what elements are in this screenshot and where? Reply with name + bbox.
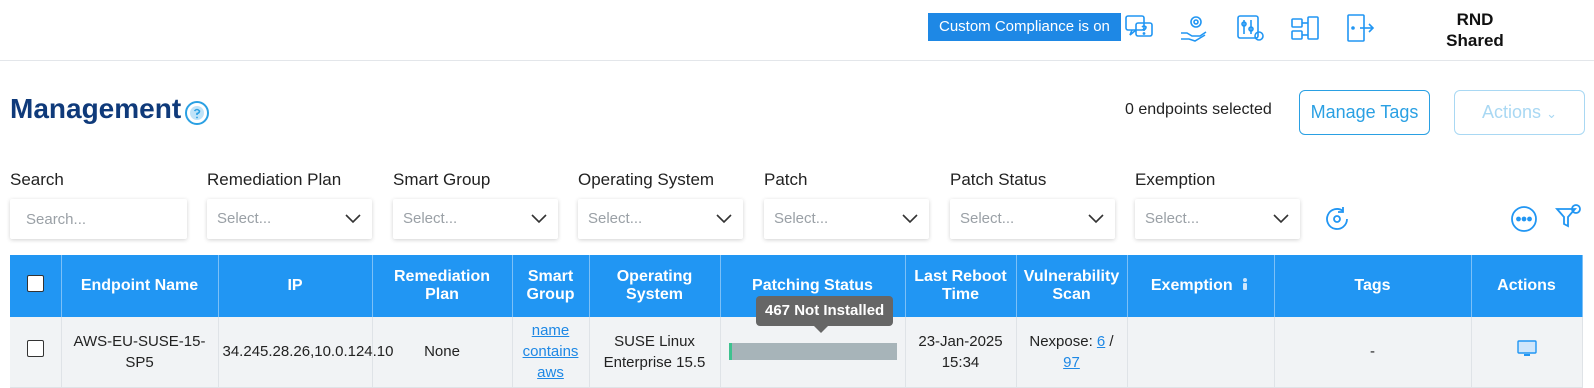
chevron-down-icon: [345, 214, 361, 224]
vuln-separator: /: [1105, 332, 1114, 350]
header-smart-group[interactable]: Smart Group: [512, 255, 590, 317]
help-icon[interactable]: [184, 100, 210, 126]
endpoint-name-cell[interactable]: AWS-EU-SUSE-15-SP5: [61, 317, 219, 388]
select-placeholder: Select...: [588, 210, 643, 227]
operating-system-select[interactable]: Select...: [578, 199, 743, 239]
header-exemption[interactable]: Exemption: [1127, 255, 1275, 317]
account-line-1: RND: [1456, 10, 1494, 29]
select-placeholder: Select...: [960, 210, 1015, 227]
filter-operating-system: Operating System Select...: [578, 170, 743, 239]
search-input[interactable]: [10, 199, 187, 239]
custom-compliance-badge[interactable]: Custom Compliance is on: [928, 13, 1121, 41]
network-icon[interactable]: [1288, 11, 1322, 45]
filter-label: Operating System: [578, 170, 715, 189]
account-name[interactable]: RND Shared: [1430, 9, 1520, 51]
header-endpoint-name[interactable]: Endpoint Name: [61, 255, 219, 317]
smart-group-select[interactable]: Select...: [393, 199, 558, 239]
operating-system-cell: SUSE Linux Enterprise 15.5: [589, 317, 721, 388]
vulnerability-scan-cell: Nexpose: 6 / 97: [1016, 317, 1128, 388]
filter-patch: Patch Select...: [764, 170, 929, 239]
header-remediation-plan[interactable]: Remediation Plan: [372, 255, 513, 317]
tags-cell: -: [1274, 317, 1472, 388]
chevron-down-icon: [1273, 214, 1289, 224]
chevron-down-icon: [716, 214, 732, 224]
actions-label: Actions: [1482, 102, 1542, 122]
header-exemption-label: Exemption: [1150, 277, 1233, 294]
header-last-reboot-time[interactable]: Last Reboot Time: [905, 255, 1017, 317]
patching-status-cell: [720, 317, 906, 388]
patch-status-select[interactable]: Select...: [950, 199, 1115, 239]
last-reboot-time-cell: 23-Jan-2025 15:34: [905, 317, 1017, 388]
endpoints-selected-count: 0 endpoints selected: [1125, 101, 1272, 118]
header-tags[interactable]: Tags: [1274, 255, 1472, 317]
top-bar: Custom Compliance is on RND Shared: [0, 0, 1594, 61]
settings-hand-icon[interactable]: [1177, 11, 1211, 45]
smart-group-cell: name contains aws: [512, 317, 590, 388]
patch-select[interactable]: Select...: [764, 199, 929, 239]
table-row[interactable]: AWS-EU-SUSE-15-SP5 34.245.28.26,10.0.124…: [10, 317, 1583, 388]
patching-status-tooltip: 467 Not Installed: [756, 296, 894, 333]
patching-progress-fill: [728, 343, 732, 361]
chevron-down-icon: ⌄: [1546, 106, 1557, 121]
reset-filters-icon[interactable]: [1321, 203, 1353, 235]
vuln-scanner-label: Nexpose:: [1029, 332, 1097, 350]
smart-group-link[interactable]: name contains aws: [523, 322, 579, 381]
select-placeholder: Select...: [403, 210, 458, 227]
select-all-header: [10, 255, 62, 317]
header-actions: Actions: [1471, 255, 1583, 317]
filter-label: Smart Group: [393, 170, 491, 189]
filter-label: Search: [10, 170, 64, 189]
account-line-2: Shared: [1446, 31, 1504, 50]
page-title: Management: [10, 93, 182, 124]
chevron-down-icon: [902, 214, 918, 224]
header-ip[interactable]: IP: [218, 255, 373, 317]
patching-progress-bar[interactable]: [728, 343, 897, 361]
actions-dropdown-button[interactable]: Actions ⌄: [1454, 90, 1585, 135]
filter-smart-group: Smart Group Select...: [393, 170, 558, 239]
header-operating-system[interactable]: Operating System: [589, 255, 721, 317]
filter-funnel-icon[interactable]: [1553, 201, 1585, 233]
row-checkbox[interactable]: [26, 340, 44, 358]
chevron-down-icon: [1088, 214, 1104, 224]
filter-patch-status: Patch Status Select...: [950, 170, 1115, 239]
header-vulnerability-scan[interactable]: Vulnerability Scan: [1016, 255, 1128, 317]
filter-exemption: Exemption Select...: [1135, 170, 1300, 239]
filter-label: Remediation Plan: [207, 170, 342, 189]
row-select-cell: [10, 317, 62, 388]
select-all-checkbox[interactable]: [26, 275, 44, 292]
more-options-icon[interactable]: [1508, 203, 1540, 235]
info-icon[interactable]: [1240, 277, 1250, 291]
select-placeholder: Select...: [774, 210, 829, 227]
ip-cell: 34.245.28.26,10.0.124.10: [218, 317, 394, 388]
manage-tags-button[interactable]: Manage Tags: [1299, 90, 1430, 135]
filter-label: Patch: [764, 170, 808, 189]
vuln-total-link[interactable]: 97: [1063, 354, 1080, 371]
actions-cell: [1471, 317, 1583, 388]
filter-remediation-plan: Remediation Plan Select...: [207, 170, 372, 239]
monitor-icon[interactable]: [1516, 340, 1537, 358]
filter-search: Search: [10, 170, 187, 239]
sliders-gear-icon[interactable]: [1233, 11, 1267, 45]
logout-icon[interactable]: [1343, 11, 1377, 45]
exemption-cell: [1127, 317, 1275, 388]
filter-label: Patch Status: [950, 170, 1047, 189]
vuln-count-link[interactable]: 6: [1097, 333, 1105, 350]
select-placeholder: Select...: [217, 210, 272, 227]
filter-label: Exemption: [1135, 170, 1216, 189]
select-placeholder: Select...: [1145, 210, 1200, 227]
exemption-select[interactable]: Select...: [1135, 199, 1300, 239]
remediation-plan-select[interactable]: Select...: [207, 199, 372, 239]
chevron-down-icon: [531, 214, 547, 224]
help-chat-icon[interactable]: [1122, 11, 1156, 45]
